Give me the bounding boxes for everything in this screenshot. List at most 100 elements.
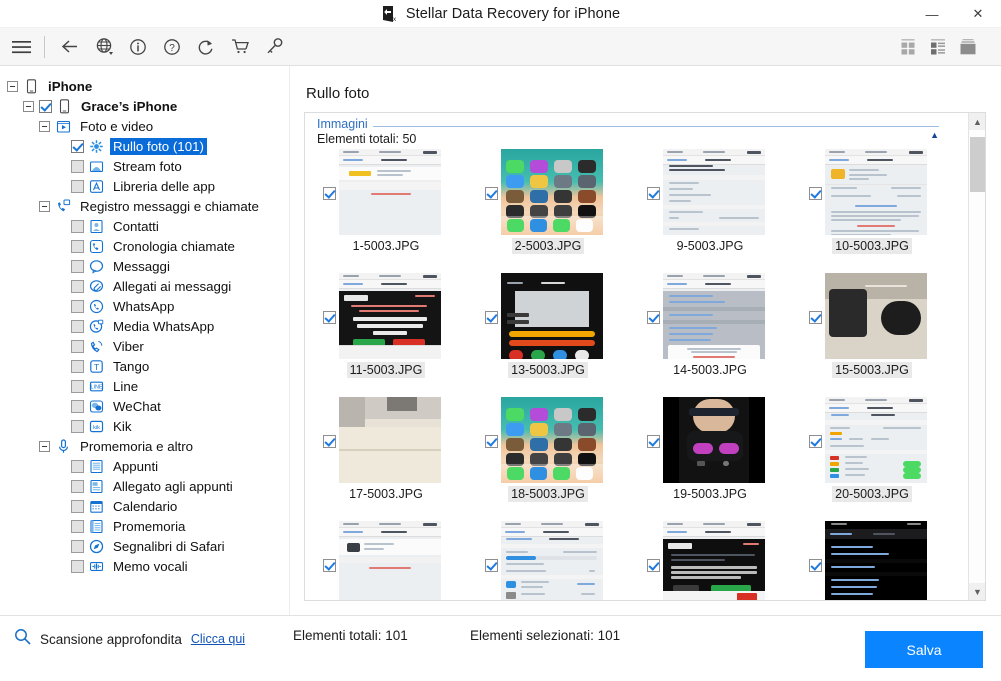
tree-item-checkbox[interactable] <box>71 540 84 553</box>
sidebar-item-cronologia-chiamate[interactable]: Cronologia chiamate <box>0 236 289 256</box>
thumbnail-checkbox[interactable] <box>647 435 660 448</box>
tree-item-checkbox[interactable] <box>71 320 84 333</box>
thumbnail-tile[interactable]: 13-5003.JPG <box>467 271 629 395</box>
cart-icon[interactable] <box>225 32 255 62</box>
tree-item-checkbox[interactable] <box>71 520 84 533</box>
tree-expander-icon[interactable] <box>39 121 50 132</box>
help-icon[interactable]: ? <box>157 32 187 62</box>
tree-item-checkbox[interactable] <box>71 300 84 313</box>
tree-expander-icon[interactable] <box>39 441 50 452</box>
tree-item-checkbox[interactable] <box>71 360 84 373</box>
tree-item-checkbox[interactable] <box>71 180 84 193</box>
scrollbar-thumb[interactable] <box>970 137 985 192</box>
thumbnail-tile[interactable]: 11-5003.JPG <box>305 271 467 395</box>
thumbnail-tile[interactable] <box>629 519 791 601</box>
sidebar-item-libreria-delle-app[interactable]: Libreria delle app <box>0 176 289 196</box>
scroll-down-arrow-icon[interactable]: ▼ <box>969 583 986 600</box>
thumbnail-checkbox[interactable] <box>323 187 336 200</box>
thumbnail-image[interactable] <box>825 521 927 601</box>
thumbnail-image[interactable] <box>825 397 927 483</box>
sidebar-item-promemoria-e-altro[interactable]: Promemoria e altro <box>0 436 289 456</box>
thumbnail-tile[interactable]: 2-5003.JPG <box>467 147 629 271</box>
tree-item-checkbox[interactable] <box>71 340 84 353</box>
large-view-icon[interactable] <box>955 36 981 58</box>
thumbnail-checkbox[interactable] <box>809 187 822 200</box>
thumbnail-checkbox[interactable] <box>485 311 498 324</box>
tree-item-checkbox[interactable] <box>71 500 84 513</box>
deep-scan-group[interactable]: Scansione approfondita Clicca qui <box>14 628 245 650</box>
thumbnail-tile[interactable]: 19-5003.JPG <box>629 395 791 519</box>
thumbnail-checkbox[interactable] <box>809 559 822 572</box>
thumbnail-image[interactable] <box>501 397 603 483</box>
thumbnail-tile[interactable]: 20-5003.JPG <box>791 395 953 519</box>
thumbnail-image[interactable] <box>663 149 765 235</box>
tree-item-checkbox[interactable] <box>71 380 84 393</box>
thumbnail-grid[interactable]: 1-5003.JPG 2-5003.JPG 9-5003.JPG <box>305 147 953 601</box>
thumbnail-image[interactable] <box>339 273 441 359</box>
thumbnail-tile[interactable] <box>305 519 467 601</box>
thumbnail-image[interactable] <box>501 521 603 601</box>
thumbnail-image[interactable] <box>339 397 441 483</box>
list-view-icon[interactable] <box>925 36 951 58</box>
sidebar-item-kik[interactable]: kikKik <box>0 416 289 436</box>
thumbnail-checkbox[interactable] <box>647 187 660 200</box>
sidebar-item-line[interactable]: LINELine <box>0 376 289 396</box>
sidebar-tree-panel[interactable]: iPhoneGrace’s iPhoneFoto e videoRullo fo… <box>0 66 290 615</box>
thumbnail-image[interactable] <box>663 397 765 483</box>
thumbnail-image[interactable] <box>825 273 927 359</box>
thumbnail-image[interactable] <box>501 273 603 359</box>
sidebar-item-calendario[interactable]: Calendario <box>0 496 289 516</box>
thumbnail-checkbox[interactable] <box>647 559 660 572</box>
thumbnail-tile[interactable]: 14-5003.JPG <box>629 271 791 395</box>
tree-item-checkbox[interactable] <box>71 160 84 173</box>
thumbnail-image[interactable] <box>339 521 441 601</box>
thumbnail-checkbox[interactable] <box>485 187 498 200</box>
info-icon[interactable] <box>123 32 153 62</box>
back-arrow-icon[interactable] <box>55 32 85 62</box>
tree-item-checkbox[interactable] <box>71 140 84 153</box>
sidebar-item-allegato-agli-appunti[interactable]: Allegato agli appunti <box>0 476 289 496</box>
thumbnail-tile[interactable]: 17-5003.JPG <box>305 395 467 519</box>
sidebar-item-iphone[interactable]: iPhone <box>0 76 289 96</box>
sidebar-item-viber[interactable]: Viber <box>0 336 289 356</box>
tree-expander-icon[interactable] <box>7 81 18 92</box>
thumbnail-checkbox[interactable] <box>485 559 498 572</box>
scroll-up-arrow-icon[interactable]: ▲ <box>969 113 986 130</box>
thumbnail-tile[interactable] <box>467 519 629 601</box>
thumbnail-tile[interactable]: 18-5003.JPG <box>467 395 629 519</box>
thumbnail-checkbox[interactable] <box>323 435 336 448</box>
sidebar-item-appunti[interactable]: Appunti <box>0 456 289 476</box>
sidebar-item-media-whatsapp[interactable]: Media WhatsApp <box>0 316 289 336</box>
tree-item-checkbox[interactable] <box>71 400 84 413</box>
tree-item-checkbox[interactable] <box>71 480 84 493</box>
thumbnail-checkbox[interactable] <box>323 559 336 572</box>
sidebar-item-stream-foto[interactable]: Stream foto <box>0 156 289 176</box>
sidebar-item-whatsapp[interactable]: WhatsApp <box>0 296 289 316</box>
sidebar-item-memo-vocali[interactable]: Memo vocali <box>0 556 289 576</box>
tree-item-checkbox[interactable] <box>71 220 84 233</box>
key-activate-icon[interactable] <box>259 32 289 62</box>
sidebar-item-tango[interactable]: TTango <box>0 356 289 376</box>
thumbnail-image[interactable] <box>663 273 765 359</box>
tree-expander-icon[interactable] <box>23 101 34 112</box>
sidebar-item-segnalibri-di-safari[interactable]: Segnalibri di Safari <box>0 536 289 556</box>
save-button[interactable]: Salva <box>865 631 983 668</box>
grid-scrollbar[interactable]: ▲ ▼ <box>968 113 985 600</box>
sidebar-item-registro-messaggi-e-chiamate[interactable]: Registro messaggi e chiamate <box>0 196 289 216</box>
close-button[interactable]: ✕ <box>955 0 1001 28</box>
sidebar-item-wechat[interactable]: WeChat <box>0 396 289 416</box>
sidebar-item-messaggi[interactable]: Messaggi <box>0 256 289 276</box>
thumbnail-checkbox[interactable] <box>485 435 498 448</box>
thumbnail-checkbox[interactable] <box>809 311 822 324</box>
tree-item-checkbox[interactable] <box>71 560 84 573</box>
thumbnail-image[interactable] <box>825 149 927 235</box>
tree-item-checkbox[interactable] <box>71 240 84 253</box>
thumbnail-checkbox[interactable] <box>323 311 336 324</box>
thumbnail-tile[interactable] <box>791 519 953 601</box>
sidebar-item-contatti[interactable]: Contatti <box>0 216 289 236</box>
chevron-up-icon[interactable]: ▲ <box>930 131 939 140</box>
thumbnail-checkbox[interactable] <box>647 311 660 324</box>
sidebar-item-allegati-ai-messaggi[interactable]: Allegati ai messaggi <box>0 276 289 296</box>
tree-item-checkbox[interactable] <box>71 420 84 433</box>
thumbnail-tile[interactable]: 10-5003.JPG <box>791 147 953 271</box>
